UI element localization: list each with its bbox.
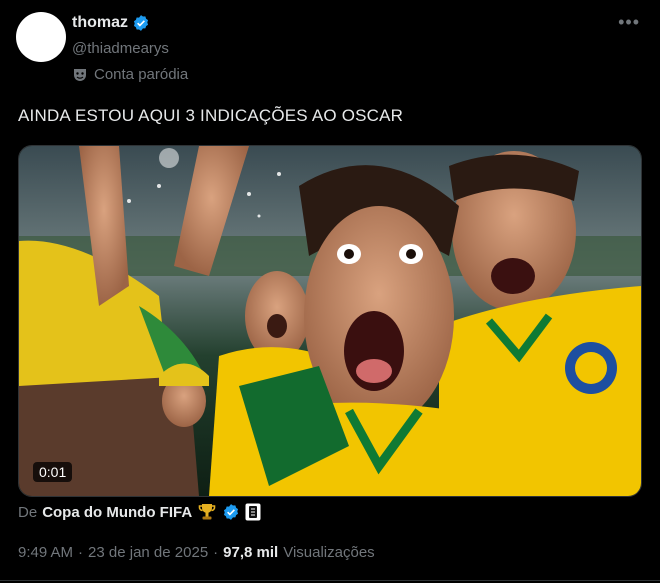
tweet-date[interactable]: 23 de jan de 2025 bbox=[88, 544, 208, 561]
tweet-text: AINDA ESTOU AQUI 3 INDICAÇÕES AO OSCAR bbox=[18, 106, 404, 125]
source-attribution: De Copa do Mundo FIFA bbox=[18, 502, 261, 522]
views-label: Visualizações bbox=[283, 544, 375, 561]
trophy-icon bbox=[198, 504, 216, 520]
source-prefix: De bbox=[18, 503, 38, 521]
meta-separator: · bbox=[213, 544, 219, 561]
video-duration: 0:01 bbox=[33, 462, 73, 482]
author-name-row[interactable]: thomaz bbox=[72, 14, 150, 32]
avatar[interactable] bbox=[16, 12, 66, 62]
tweet-meta: 9:49 AM · 23 de jan de 2025 · 97,8 mil V… bbox=[18, 544, 375, 561]
affiliate-badge-icon[interactable] bbox=[245, 503, 261, 521]
video-player[interactable]: 0:01 bbox=[18, 145, 642, 497]
more-icon[interactable]: ••• bbox=[618, 12, 640, 33]
video-frame bbox=[19, 146, 641, 496]
verified-badge-icon bbox=[133, 15, 149, 31]
author-display-name[interactable]: thomaz bbox=[72, 14, 128, 32]
parody-mask-icon bbox=[74, 68, 86, 81]
author-handle[interactable]: @thiadmearys bbox=[72, 40, 169, 57]
views-count[interactable]: 97,8 mil bbox=[223, 544, 278, 561]
verified-badge-icon bbox=[224, 504, 239, 520]
source-name-link[interactable]: Copa do Mundo FIFA bbox=[42, 504, 192, 521]
parody-label: Conta paródia bbox=[72, 66, 188, 83]
meta-separator: · bbox=[78, 544, 84, 561]
divider bbox=[0, 580, 660, 581]
tweet-time[interactable]: 9:49 AM bbox=[18, 544, 73, 561]
parody-label-text: Conta paródia bbox=[94, 66, 189, 83]
